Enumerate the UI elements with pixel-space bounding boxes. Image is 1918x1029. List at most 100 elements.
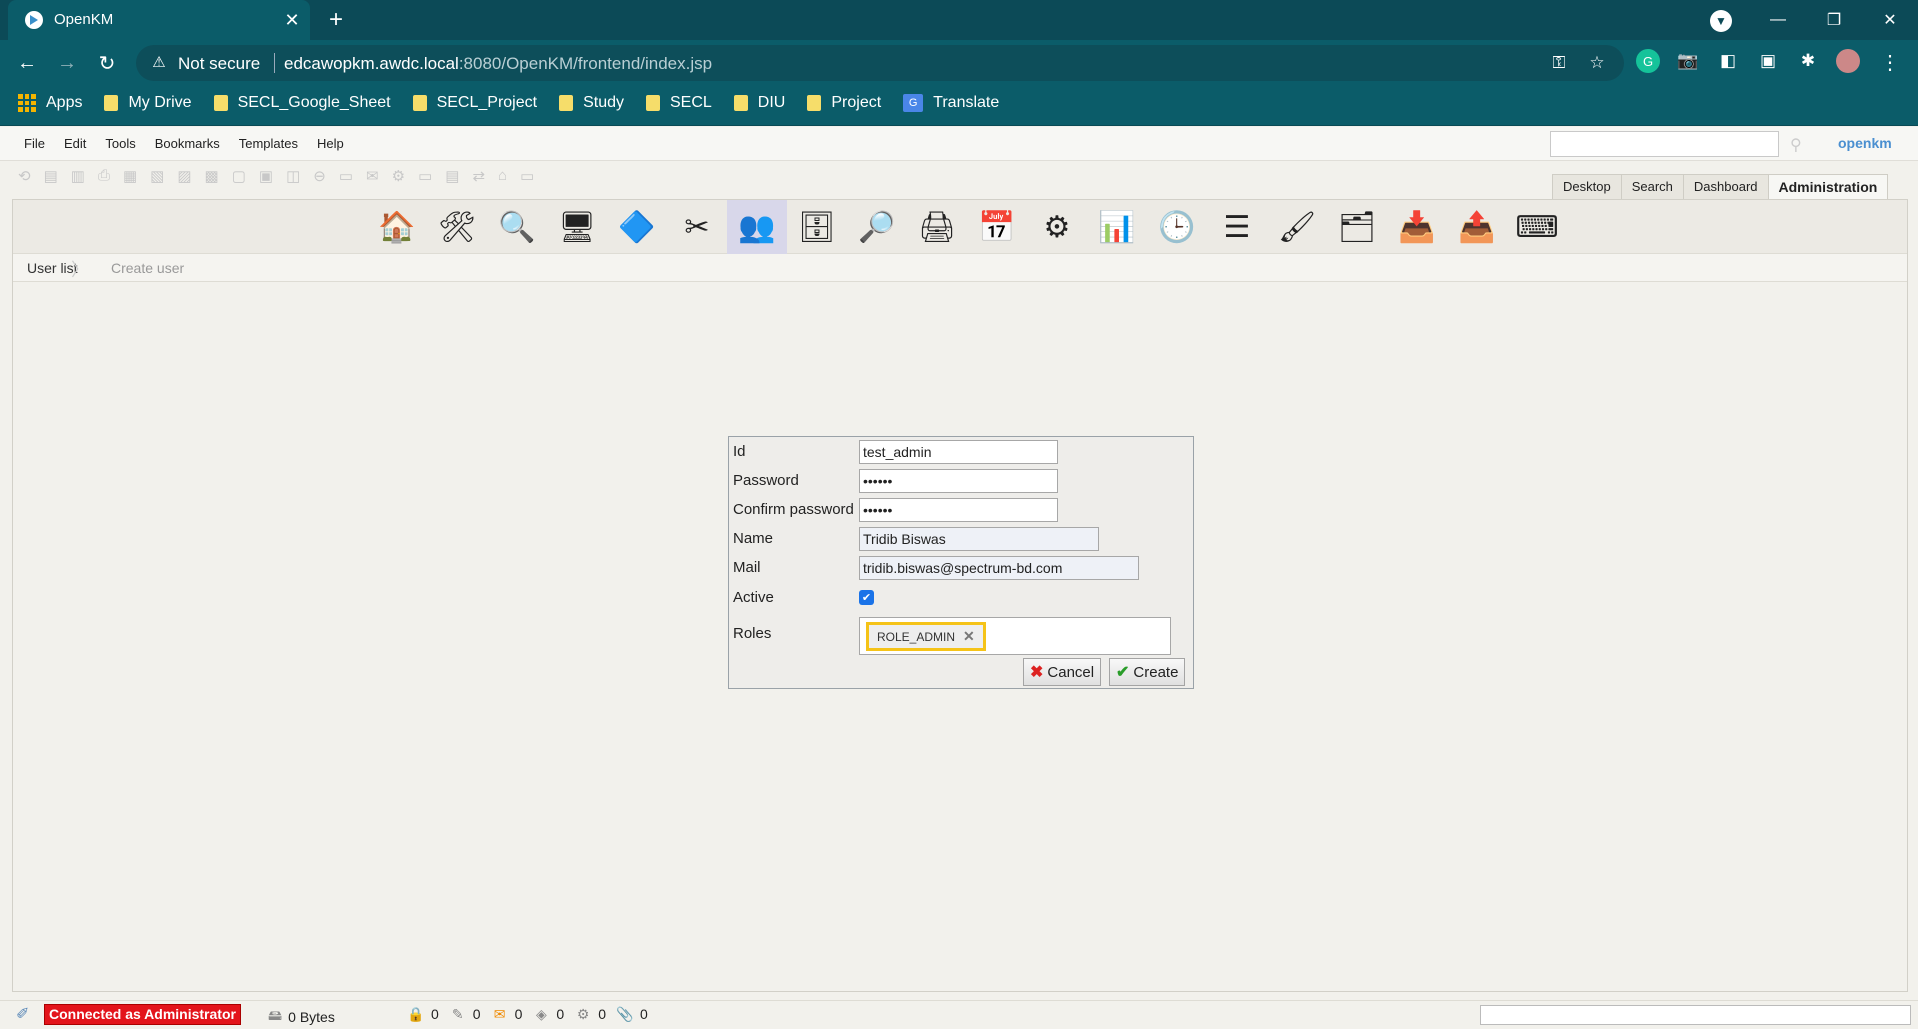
- bookmark-secl-google-sheet[interactable]: SECL_Google_Sheet: [213, 94, 391, 112]
- url-text[interactable]: edcawopkm.awdc.local:8080/OpenKM/fronten…: [284, 54, 712, 74]
- menu-help[interactable]: Help: [317, 136, 344, 151]
- back-icon[interactable]: ←: [12, 48, 42, 78]
- cancel-button[interactable]: ✖ Cancel: [1023, 658, 1102, 686]
- bookmark-diu[interactable]: DIU: [733, 94, 785, 112]
- menu-bookmarks[interactable]: Bookmarks: [155, 136, 220, 151]
- new-tab-icon[interactable]: +: [322, 6, 350, 34]
- mail-field[interactable]: tridib.biswas@spectrum-bd.com: [859, 556, 1139, 580]
- checkout-icon[interactable]: ▢: [232, 167, 246, 185]
- scan-icon[interactable]: ▭: [418, 167, 432, 185]
- breadcrumb-user-list[interactable]: User list: [27, 260, 78, 276]
- print-icon[interactable]: ⎙: [98, 167, 110, 185]
- remove-role-icon[interactable]: ✕: [963, 628, 975, 645]
- report-icon[interactable]: 📊: [1087, 200, 1147, 254]
- new-doc-icon[interactable]: ▤: [44, 167, 58, 185]
- create-button[interactable]: ✔ Create: [1109, 658, 1186, 686]
- search-doc-icon[interactable]: 🔍: [487, 200, 547, 254]
- add-folder-icon[interactable]: ▨: [177, 167, 191, 185]
- home-small-icon[interactable]: ⌂: [498, 167, 507, 185]
- bookmark-secl[interactable]: SECL: [646, 94, 712, 112]
- diamond-icon[interactable]: 🔷: [607, 200, 667, 254]
- password-field[interactable]: ••••••: [859, 469, 1058, 493]
- mail-icon[interactable]: ✉: [366, 167, 379, 185]
- menu-templates[interactable]: Templates: [239, 136, 298, 151]
- id-field[interactable]: test_admin: [859, 440, 1058, 464]
- sync-icon[interactable]: ⇄: [472, 167, 485, 185]
- cancel-checkout-icon[interactable]: ◫: [286, 167, 300, 185]
- gear-icon[interactable]: ⚙: [1027, 200, 1087, 254]
- search-icon[interactable]: ⚲: [1790, 135, 1802, 155]
- import-icon[interactable]: 📥: [1387, 200, 1447, 254]
- home-icon[interactable]: 🏠: [367, 200, 427, 254]
- quick-search-input[interactable]: [1550, 131, 1779, 157]
- bookmark-secl-project[interactable]: SECL_Project: [412, 94, 537, 112]
- puzzle-icon[interactable]: ✱: [1796, 49, 1820, 73]
- security-label[interactable]: Not secure: [178, 54, 260, 74]
- bookmark-apps[interactable]: Apps: [18, 94, 82, 112]
- messages-counter[interactable]: ✉ 0: [491, 1005, 523, 1023]
- proposed-counter[interactable]: 📎 0: [616, 1005, 648, 1023]
- office-icon[interactable]: ◧: [1716, 49, 1740, 73]
- unlock-icon[interactable]: ▧: [150, 167, 164, 185]
- workflow-icon[interactable]: ⚙: [392, 167, 405, 185]
- confirm-password-field[interactable]: ••••••: [859, 498, 1058, 522]
- tab-dashboard[interactable]: Dashboard: [1682, 174, 1769, 200]
- close-window-icon[interactable]: ✕: [1862, 0, 1918, 40]
- folders-icon[interactable]: 🗂: [1327, 200, 1387, 254]
- users-icon[interactable]: 👥: [727, 200, 787, 254]
- locked-docs-counter[interactable]: 🔒 0: [407, 1005, 439, 1023]
- printer-icon[interactable]: 🖨: [907, 200, 967, 254]
- tab-search[interactable]: Search: [1620, 174, 1684, 200]
- roles-input[interactable]: ROLE_ADMIN ✕: [859, 617, 1171, 655]
- minimize-icon[interactable]: —: [1750, 0, 1806, 40]
- upload-icon[interactable]: ▤: [445, 167, 459, 185]
- tab-desktop[interactable]: Desktop: [1552, 174, 1622, 200]
- name-field[interactable]: Tridib Biswas: [859, 527, 1099, 551]
- screen-cast-icon[interactable]: ▣: [1756, 49, 1780, 73]
- media-control-icon[interactable]: ▼: [1710, 10, 1732, 32]
- export-icon[interactable]: 📤: [1447, 200, 1507, 254]
- key-icon[interactable]: ⚿: [1548, 52, 1570, 74]
- reload-icon[interactable]: ↻: [92, 48, 122, 78]
- calendar-icon[interactable]: 📅: [967, 200, 1027, 254]
- clock-icon[interactable]: 🕒: [1147, 200, 1207, 254]
- property-icon[interactable]: ▭: [339, 167, 353, 185]
- menu-file[interactable]: File: [24, 136, 45, 151]
- bookmark-project[interactable]: Project: [807, 94, 881, 112]
- refresh-icon[interactable]: ⟲: [18, 167, 31, 185]
- menu-edit[interactable]: Edit: [64, 136, 86, 151]
- warning-icon[interactable]: ⚠: [150, 53, 168, 71]
- star-icon[interactable]: ☆: [1586, 52, 1608, 74]
- active-checkbox[interactable]: ✔: [859, 590, 874, 605]
- list-icon[interactable]: ☰: [1207, 200, 1267, 254]
- message-icon[interactable]: ▭: [520, 167, 534, 185]
- delete-icon[interactable]: ⊖: [313, 167, 326, 185]
- brush-icon[interactable]: 🖌: [1267, 200, 1327, 254]
- checkin-icon[interactable]: ▣: [259, 167, 273, 185]
- scissors-icon[interactable]: ✂: [667, 200, 727, 254]
- browser-tab[interactable]: OpenKM ✕: [8, 0, 310, 40]
- subscriptions-counter[interactable]: ◈ 0: [532, 1005, 564, 1023]
- menu-tools[interactable]: Tools: [105, 136, 135, 151]
- grammarly-icon[interactable]: G: [1636, 49, 1660, 73]
- tools-icon[interactable]: 🛠: [427, 200, 487, 254]
- status-text-field[interactable]: [1480, 1005, 1911, 1025]
- tab-administration[interactable]: Administration: [1767, 174, 1889, 200]
- bookmark-my-drive[interactable]: My Drive: [104, 94, 192, 112]
- terminal-icon[interactable]: ⌨: [1507, 200, 1567, 254]
- restore-icon[interactable]: ❐: [1806, 0, 1862, 40]
- workflow-counter[interactable]: ⚙ 0: [574, 1005, 606, 1023]
- close-tab-icon[interactable]: ✕: [280, 8, 304, 32]
- camera-icon[interactable]: 📷: [1676, 49, 1700, 73]
- bookmark-study[interactable]: Study: [559, 94, 624, 112]
- bookmark-translate[interactable]: G Translate: [903, 94, 999, 112]
- monitor-icon[interactable]: 🖥: [547, 200, 607, 254]
- database-icon[interactable]: 🗄: [787, 200, 847, 254]
- edit-doc-icon[interactable]: ▥: [71, 167, 85, 185]
- add-doc-icon[interactable]: ▩: [205, 167, 219, 185]
- address-bar[interactable]: ⚠ Not secure edcawopkm.awdc.local:8080/O…: [136, 45, 1624, 81]
- avatar[interactable]: [1836, 49, 1860, 73]
- magnifier-icon[interactable]: 🔎: [847, 200, 907, 254]
- checkout-counter[interactable]: ✎ 0: [449, 1005, 481, 1023]
- chrome-menu-icon[interactable]: ⋮: [1880, 50, 1900, 75]
